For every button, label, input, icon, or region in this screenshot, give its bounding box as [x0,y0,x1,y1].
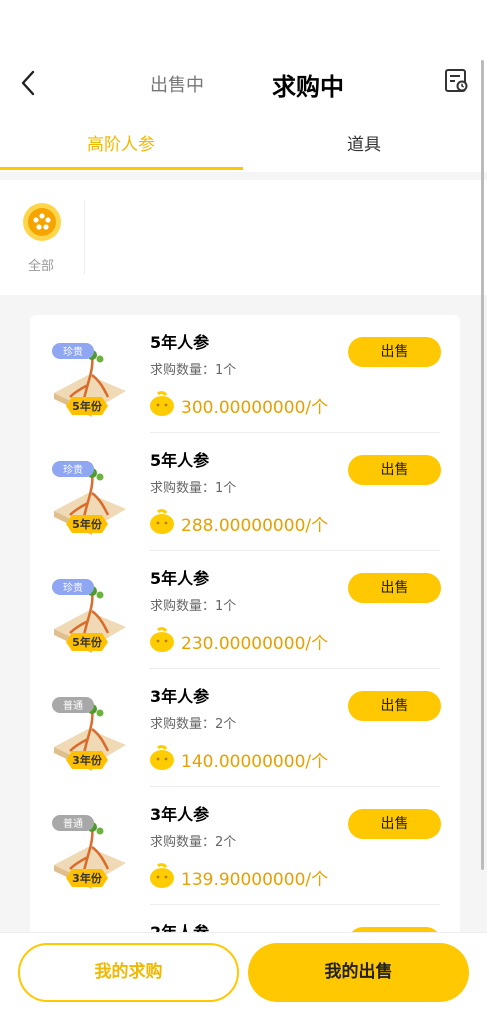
list-item: 珍贵 5年份 5年人参 求购数量：1个 300.00000000/个 出售 [30,315,460,433]
filter-panel: 全部 [0,180,487,295]
item-name: 5年人参 [150,451,210,470]
years-label: 3年份 [72,871,103,885]
rarity-badge: 普通 [63,699,83,712]
request-quantity: 求购数量：1个 [150,599,237,614]
sell-button[interactable]: 出售 [348,337,441,367]
unit-price: 300.00000000/个 [181,398,329,418]
scrollbar[interactable] [481,60,484,870]
years-label: 5年份 [72,517,103,531]
request-quantity: 求购数量：2个 [150,835,237,850]
rarity-badge: 珍贵 [63,581,83,594]
tab-premium-ginseng[interactable]: 高阶人参 [87,130,155,155]
years-label: 5年份 [72,399,103,413]
list-item: 普通 3年份 3年人参 求购数量：2个 139.90000000/个 出售 [30,787,460,905]
list-item: 珍贵 5年份 5年人参 求购数量：1个 230.00000000/个 出售 [30,551,460,669]
bottom-action-bar: 我的求购 我的出售 [0,932,487,1024]
filter-divider [84,200,85,275]
request-quantity: 求购数量：2个 [150,717,237,732]
ginseng-thumbnail: 普通 3年份 [52,697,126,771]
coin-icon [150,627,174,652]
filter-all-label[interactable]: 全部 [28,255,54,274]
coin-icon [150,391,174,416]
years-label: 3年份 [72,753,103,767]
item-name: 3年人参 [150,687,210,706]
ginseng-thumbnail: 珍贵 5年份 [52,461,126,535]
item-name: 3年人参 [150,805,210,824]
unit-price: 230.00000000/个 [181,634,329,654]
purchase-request-list: 珍贵 5年份 5年人参 求购数量：1个 300.00000000/个 出售 珍贵… [30,315,460,935]
tab-selling[interactable]: 出售中 [150,71,204,97]
all-category-icon[interactable] [22,202,62,242]
rarity-badge: 普通 [63,817,83,830]
category-tabs: 高阶人参 道具 [0,120,487,172]
ginseng-thumbnail: 珍贵 5年份 [52,579,126,653]
list-item: 普通 3年份 3年人参 求购数量：2个 140.00000000/个 出售 [30,669,460,787]
tab-buying[interactable]: 求购中 [272,67,344,102]
years-label: 5年份 [72,635,103,649]
unit-price: 139.90000000/个 [181,870,329,890]
coin-icon [150,863,174,888]
my-purchase-requests-button[interactable]: 我的求购 [18,943,239,1002]
item-name: 5年人参 [150,569,210,588]
request-quantity: 求购数量：1个 [150,481,237,496]
unit-price: 140.00000000/个 [181,752,329,772]
sell-button[interactable]: 出售 [348,691,441,721]
unit-price: 288.00000000/个 [181,516,329,536]
list-item: 珍贵 5年份 5年人参 求购数量：1个 288.00000000/个 出售 [30,433,460,551]
tab-props[interactable]: 道具 [347,130,381,155]
list-item: 2年人参 [30,905,460,935]
my-sales-button[interactable]: 我的出售 [248,943,469,1002]
sell-button[interactable]: 出售 [348,455,441,485]
active-tab-indicator [0,167,243,170]
record-icon[interactable] [444,68,470,94]
item-name: 5年人参 [150,333,210,352]
back-arrow-icon[interactable] [14,68,44,98]
top-bar: 出售中 求购中 [0,0,487,120]
ginseng-thumbnail: 珍贵 5年份 [52,343,126,417]
rarity-badge: 珍贵 [63,463,83,476]
coin-icon [150,745,174,770]
ginseng-thumbnail: 普通 3年份 [52,815,126,889]
sell-button[interactable]: 出售 [348,573,441,603]
rarity-badge: 珍贵 [63,345,83,358]
coin-icon [150,509,174,534]
sell-button[interactable]: 出售 [348,809,441,839]
request-quantity: 求购数量：1个 [150,363,237,378]
